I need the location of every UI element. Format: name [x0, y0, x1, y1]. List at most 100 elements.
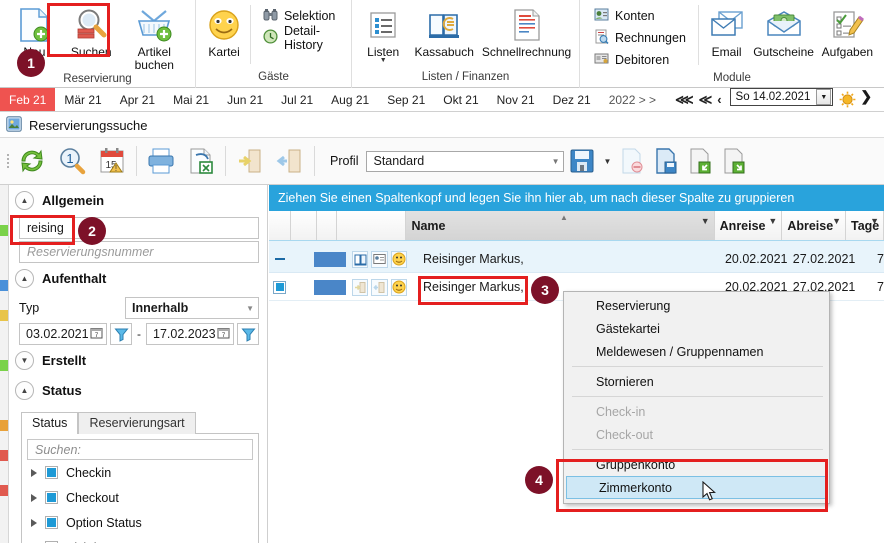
ribbon-button-debitoren[interactable]: Debitoren: [590, 49, 690, 71]
search-info-button[interactable]: 1: [53, 141, 91, 181]
tree-item-checkin[interactable]: Checkin: [27, 460, 253, 485]
month-tab-jul21[interactable]: Jul 21: [272, 88, 322, 111]
table-row-1[interactable]: Reisinger Markus, 20.02.2021 27.02.2021 …: [269, 246, 884, 273]
chevron-down-icon[interactable]: ▼: [816, 89, 832, 105]
smiley-face-icon[interactable]: [390, 250, 408, 268]
tree-item-checkout[interactable]: Checkout: [27, 485, 253, 510]
context-menu-item-gaestekartei[interactable]: Gästekartei: [564, 317, 829, 340]
reservation-number-input[interactable]: Reservierungsnummer: [19, 241, 259, 263]
month-tab-apr21[interactable]: Apr 21: [111, 88, 164, 111]
month-tab-feb21[interactable]: Feb 21: [0, 88, 56, 111]
filter-from-button[interactable]: [110, 323, 132, 345]
section-header-allgemein[interactable]: ▲ Allgemein: [9, 185, 267, 215]
chevron-right-icon[interactable]: ❯: [860, 88, 872, 111]
month-tab-dez21[interactable]: Dez 21: [544, 88, 600, 111]
expand-icon[interactable]: ▼: [15, 351, 34, 370]
row-checkbox[interactable]: [269, 280, 290, 294]
grid-header-anreise[interactable]: Anreise ▼: [714, 211, 783, 240]
month-tab-maer21[interactable]: Mär 21: [55, 88, 110, 111]
month-tab-aug21[interactable]: Aug 21: [322, 88, 378, 111]
typ-select[interactable]: Innerhalb ▼: [125, 297, 259, 319]
ribbon-button-konten[interactable]: Konten: [590, 5, 690, 27]
print-button[interactable]: [142, 141, 180, 181]
ribbon-button-detail-history[interactable]: Detail-History: [259, 24, 341, 52]
nav-back-far-icon[interactable]: ⋘: [673, 92, 696, 108]
date-to-input[interactable]: 17.02.2023 7: [146, 323, 234, 345]
next-year-button[interactable]: 2022 > >: [600, 88, 665, 111]
filter-icon[interactable]: ▼: [768, 216, 777, 226]
save-dropdown-button[interactable]: ▼: [600, 141, 614, 181]
back-door-button[interactable]: [271, 141, 309, 181]
context-menu-item-meldewesen[interactable]: Meldewesen / Gruppennamen: [564, 340, 829, 363]
grid-header-tage[interactable]: Tage ▼: [846, 211, 884, 240]
delete-profile-button[interactable]: [616, 141, 648, 181]
collapse-icon[interactable]: ▲: [15, 269, 34, 288]
ribbon-button-gutscheine[interactable]: Gutscheine: [750, 3, 816, 59]
calendar-icon[interactable]: 7: [217, 326, 230, 342]
calendar-icon[interactable]: 7: [90, 326, 103, 342]
tab-reservierungsart[interactable]: Reservierungsart: [78, 412, 196, 434]
chevron-right-icon[interactable]: [31, 493, 37, 502]
context-menu-item-zimmerkonto[interactable]: Zimmerkonto: [566, 476, 827, 499]
month-tab-sep21[interactable]: Sep 21: [378, 88, 434, 111]
checkbox[interactable]: [45, 516, 58, 529]
calendar-button[interactable]: 15 !: [93, 141, 131, 181]
tab-status[interactable]: Status: [21, 412, 79, 434]
tree-item-sichtbarer-status[interactable]: Sichtbarer Status: [27, 535, 253, 543]
grid-header-abreise[interactable]: Abreise ▼: [782, 211, 846, 240]
import-profile-button[interactable]: [684, 141, 716, 181]
context-menu-item-gruppenkonto[interactable]: Gruppenkonto: [564, 453, 829, 476]
context-menu-item-reservierung[interactable]: Reservierung: [564, 294, 829, 317]
chevron-down-icon[interactable]: ▼: [380, 57, 387, 64]
book-icon[interactable]: [351, 250, 369, 268]
profile-select[interactable]: Standard ▼: [366, 150, 565, 172]
expand-collapse-toggle[interactable]: [269, 258, 290, 260]
sun-icon[interactable]: [839, 88, 856, 111]
tree-item-option-status[interactable]: Option Status: [27, 510, 253, 535]
status-search-input[interactable]: Suchen:: [27, 439, 253, 460]
chevron-right-icon[interactable]: [31, 468, 37, 477]
filter-to-button[interactable]: [237, 323, 259, 345]
ribbon-button-kassabuch[interactable]: Kassabuch: [408, 3, 480, 59]
ribbon-button-aufgaben[interactable]: Aufgaben: [817, 3, 878, 59]
filter-icon[interactable]: ▼: [870, 216, 879, 226]
name-search-input[interactable]: reising: [19, 217, 259, 239]
filter-icon[interactable]: ▼: [701, 216, 710, 226]
smiley-face-icon[interactable]: [390, 278, 408, 296]
ribbon-button-listen[interactable]: Listen ▼: [358, 3, 408, 64]
ribbon-button-schnellrechnung[interactable]: Schnellrechnung: [480, 3, 573, 59]
ribbon-button-suchen[interactable]: Suchen: [63, 3, 120, 59]
filter-icon[interactable]: ▼: [832, 216, 841, 226]
export-profile-button[interactable]: [718, 141, 750, 181]
ribbon-button-email[interactable]: Email: [703, 3, 751, 59]
guest-card-icon[interactable]: [371, 250, 388, 268]
checkbox[interactable]: [45, 491, 58, 504]
checkbox[interactable]: [45, 466, 58, 479]
save-as-profile-button[interactable]: [650, 141, 682, 181]
ribbon-button-artikel-buchen[interactable]: Artikel buchen: [120, 3, 189, 72]
collapse-icon[interactable]: ▲: [15, 191, 34, 210]
section-header-status[interactable]: ▲ Status: [9, 375, 267, 405]
context-menu-item-stornieren[interactable]: Stornieren: [564, 370, 829, 393]
collapse-icon[interactable]: ▲: [15, 381, 34, 400]
toolbar-grip[interactable]: [4, 150, 11, 172]
month-tab-okt21[interactable]: Okt 21: [434, 88, 487, 111]
chevron-right-icon[interactable]: [31, 518, 37, 527]
export-excel-button[interactable]: [182, 141, 220, 181]
section-header-erstellt[interactable]: ▼ Erstellt: [9, 345, 267, 375]
nav-back-double-icon[interactable]: ≪: [697, 92, 715, 108]
month-tab-mai21[interactable]: Mai 21: [164, 88, 218, 111]
nav-back-single-icon[interactable]: ‹: [715, 92, 723, 107]
refresh-button[interactable]: [13, 141, 51, 181]
grid-header-name[interactable]: Name ▲ ▼: [406, 211, 715, 240]
date-from-input[interactable]: 03.02.2021 7: [19, 323, 107, 345]
forward-door-button[interactable]: [231, 141, 269, 181]
section-header-aufenthalt[interactable]: ▲ Aufenthalt: [9, 263, 267, 293]
month-tab-jun21[interactable]: Jun 21: [218, 88, 272, 111]
month-tab-nov21[interactable]: Nov 21: [488, 88, 544, 111]
date-picker[interactable]: So 14.02.2021 ▼: [729, 88, 834, 106]
ribbon-button-kartei[interactable]: Kartei: [202, 3, 246, 59]
save-profile-button[interactable]: [566, 141, 598, 181]
ribbon-button-rechnungen[interactable]: Rechnungen: [590, 27, 690, 49]
group-drop-hint[interactable]: Ziehen Sie einen Spaltenkopf und legen S…: [269, 185, 884, 211]
